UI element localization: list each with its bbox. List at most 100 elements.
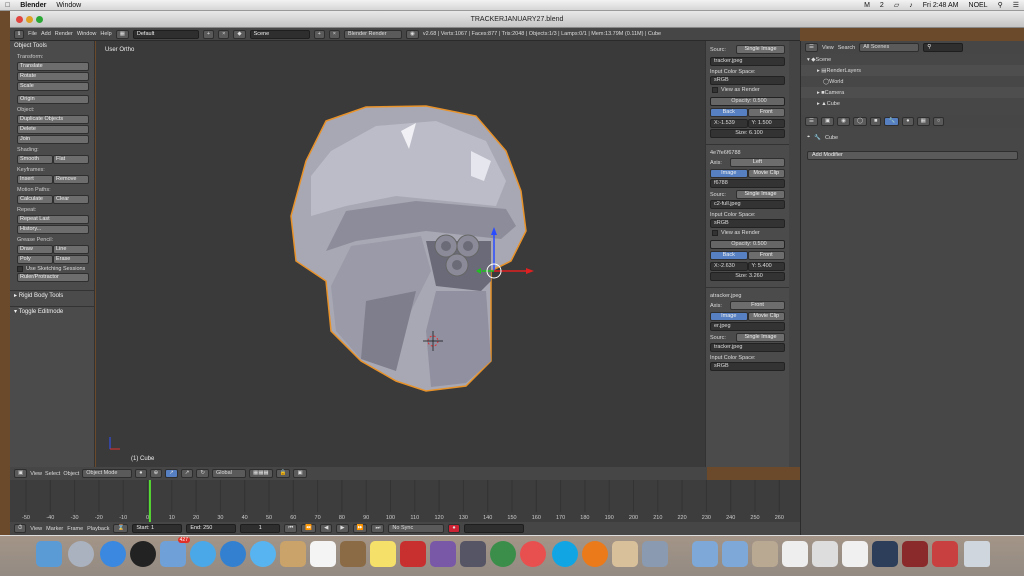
list-icon[interactable]: ☰ xyxy=(1008,1,1024,9)
blender-dock-icon[interactable] xyxy=(582,541,608,567)
sketching-sessions-checkbox[interactable]: Use Sketching Sessions xyxy=(17,266,94,272)
launchpad-icon[interactable] xyxy=(68,541,94,567)
status-count[interactable]: 2 xyxy=(875,2,889,9)
ruler-button[interactable]: Ruler/Protractor xyxy=(17,273,89,282)
menu-add[interactable]: Add xyxy=(41,31,51,37)
render-preview-icon[interactable]: ▣ xyxy=(293,469,307,478)
layers-icon[interactable]: ▦▦▦ xyxy=(249,469,273,478)
jump-start-icon[interactable]: ⏮ xyxy=(284,524,298,533)
menu-render[interactable]: Render xyxy=(55,31,73,37)
movie-clip-tab-2[interactable]: Movie Clip xyxy=(747,169,785,178)
add-modifier-button[interactable]: Add Modifier xyxy=(807,151,1018,160)
status-icon-m[interactable]: M xyxy=(859,2,875,9)
stack-icon-3[interactable] xyxy=(812,541,838,567)
render-tab-icon[interactable]: ▣ xyxy=(820,117,835,126)
origin-button[interactable]: Origin xyxy=(17,95,89,104)
viewport-select-menu[interactable]: Select xyxy=(45,471,60,477)
menu-help[interactable]: Help xyxy=(100,31,111,37)
duplicate-button[interactable]: Duplicate Objects xyxy=(17,115,89,124)
translate-manip-icon[interactable]: ↗ xyxy=(180,469,194,478)
front-button-2[interactable]: Front xyxy=(747,251,785,260)
outliner-search-menu[interactable]: Search xyxy=(838,45,855,51)
preview-range-icon[interactable]: ⌛ xyxy=(113,524,129,533)
timeline-frame-menu[interactable]: Frame xyxy=(67,526,83,532)
object-tools-title[interactable]: Object Tools xyxy=(10,41,94,51)
rotate-manip-icon[interactable]: ↻ xyxy=(196,469,209,478)
outliner-type-icon[interactable]: ☰ xyxy=(805,43,818,52)
helmet-mesh[interactable] xyxy=(96,41,705,467)
repeat-last-button[interactable]: Repeat Last xyxy=(17,215,89,224)
prev-key-icon[interactable]: ⏪ xyxy=(301,524,317,533)
editor-type-icon[interactable]: ℹ xyxy=(14,29,25,39)
size-field-2[interactable]: Size: 3.260 xyxy=(710,272,785,281)
apple-icon[interactable]:  xyxy=(0,2,15,9)
safari-icon[interactable] xyxy=(190,541,216,567)
jump-end-icon[interactable]: ⏭ xyxy=(371,524,385,533)
itunes-icon[interactable] xyxy=(220,541,246,567)
join-button[interactable]: Join xyxy=(17,135,89,144)
volume-icon[interactable]: ♪ xyxy=(904,2,918,9)
close-button[interactable] xyxy=(16,16,23,23)
clear-button[interactable]: Clear xyxy=(53,195,89,204)
calculate-button[interactable]: Calculate xyxy=(17,195,53,204)
color-space-2[interactable]: sRGB xyxy=(710,219,785,228)
skype-icon[interactable] xyxy=(552,541,578,567)
poly-button[interactable]: Poly xyxy=(17,255,53,264)
erase-button[interactable]: Erase xyxy=(53,255,89,264)
remove-key-button[interactable]: Remove xyxy=(53,175,89,184)
layout-field[interactable]: Default xyxy=(132,29,199,39)
color-space-3[interactable]: sRGB xyxy=(710,362,785,371)
zoom-button[interactable] xyxy=(36,16,43,23)
finder-icon[interactable] xyxy=(36,541,62,567)
iphoto-icon[interactable] xyxy=(460,541,486,567)
stack-icon-4[interactable] xyxy=(842,541,868,567)
bg-image-name-2[interactable]: 4e7fe6f6788 xyxy=(710,150,789,156)
lifesaver-icon[interactable] xyxy=(520,541,546,567)
3d-viewport[interactable]: User Ortho (1) Cube xyxy=(96,41,705,467)
image-id-3[interactable]: er.jpeg xyxy=(710,322,785,331)
snap-icon[interactable]: 🔒 xyxy=(275,469,291,478)
stickies-icon[interactable] xyxy=(370,541,396,567)
flat-button[interactable]: Flat xyxy=(53,155,89,164)
layout-remove-icon[interactable]: × xyxy=(218,29,230,39)
smooth-button[interactable]: Smooth xyxy=(17,155,53,164)
textedit-icon[interactable] xyxy=(612,541,638,567)
contacts-icon[interactable] xyxy=(280,541,306,567)
delete-button[interactable]: Delete xyxy=(17,125,89,134)
rigid-body-panel[interactable]: ▸ Rigid Body Tools xyxy=(10,290,94,300)
image-file-2[interactable]: c2-full.jpeg xyxy=(710,200,785,209)
shading-select-icon[interactable]: ● xyxy=(135,469,147,478)
menu-file[interactable]: File xyxy=(28,31,37,37)
timeline-ruler[interactable]: -50 -40 -30 -20 -10 0 10 20 30 40 50 60 70 80 90 100 110… xyxy=(10,480,800,522)
view-as-render-1[interactable]: View as Render xyxy=(712,87,789,93)
outliner-view-menu[interactable]: View xyxy=(822,45,834,51)
notes-icon[interactable] xyxy=(340,541,366,567)
modifier-tab-icon[interactable]: 🔧 xyxy=(884,117,900,126)
back-button-1[interactable]: Back xyxy=(710,108,748,117)
props-type-icon[interactable]: ☰ xyxy=(805,117,818,126)
material-tab-icon[interactable]: ● xyxy=(902,117,914,126)
texture-tab-icon[interactable]: ▦ xyxy=(916,117,930,126)
time-machine-icon[interactable] xyxy=(490,541,516,567)
stack-icon-5[interactable] xyxy=(872,541,898,567)
source-select-3[interactable]: Single Image xyxy=(736,333,785,342)
dashboard-icon[interactable] xyxy=(130,541,156,567)
record-icon[interactable]: ● xyxy=(448,524,460,533)
sync-select[interactable]: No Sync xyxy=(388,524,445,533)
end-frame-field[interactable]: End: 250 xyxy=(186,524,237,533)
line-button[interactable]: Line xyxy=(53,245,89,254)
menu-app-blender[interactable]: Blender xyxy=(15,2,51,9)
image-id-2[interactable]: f6788 xyxy=(710,179,785,188)
applications-folder-icon[interactable] xyxy=(692,541,718,567)
keying-set-field[interactable] xyxy=(463,524,524,533)
viewport-view-menu[interactable]: View xyxy=(30,471,42,477)
menu-window[interactable]: Window xyxy=(51,2,86,9)
opacity-field-2[interactable]: Opacity: 0.500 xyxy=(710,240,785,249)
source-select-2[interactable]: Single Image xyxy=(736,190,785,199)
play-reverse-icon[interactable]: ◀ xyxy=(320,524,333,533)
scene-icon[interactable]: ◆ xyxy=(233,29,246,39)
scene-remove-icon[interactable]: × xyxy=(328,29,340,39)
play-icon[interactable]: ▶ xyxy=(336,524,349,533)
object-tab-icon[interactable]: ■ xyxy=(870,117,882,126)
toggle-editmode-panel[interactable]: ▾ Toggle Editmode xyxy=(10,306,94,316)
